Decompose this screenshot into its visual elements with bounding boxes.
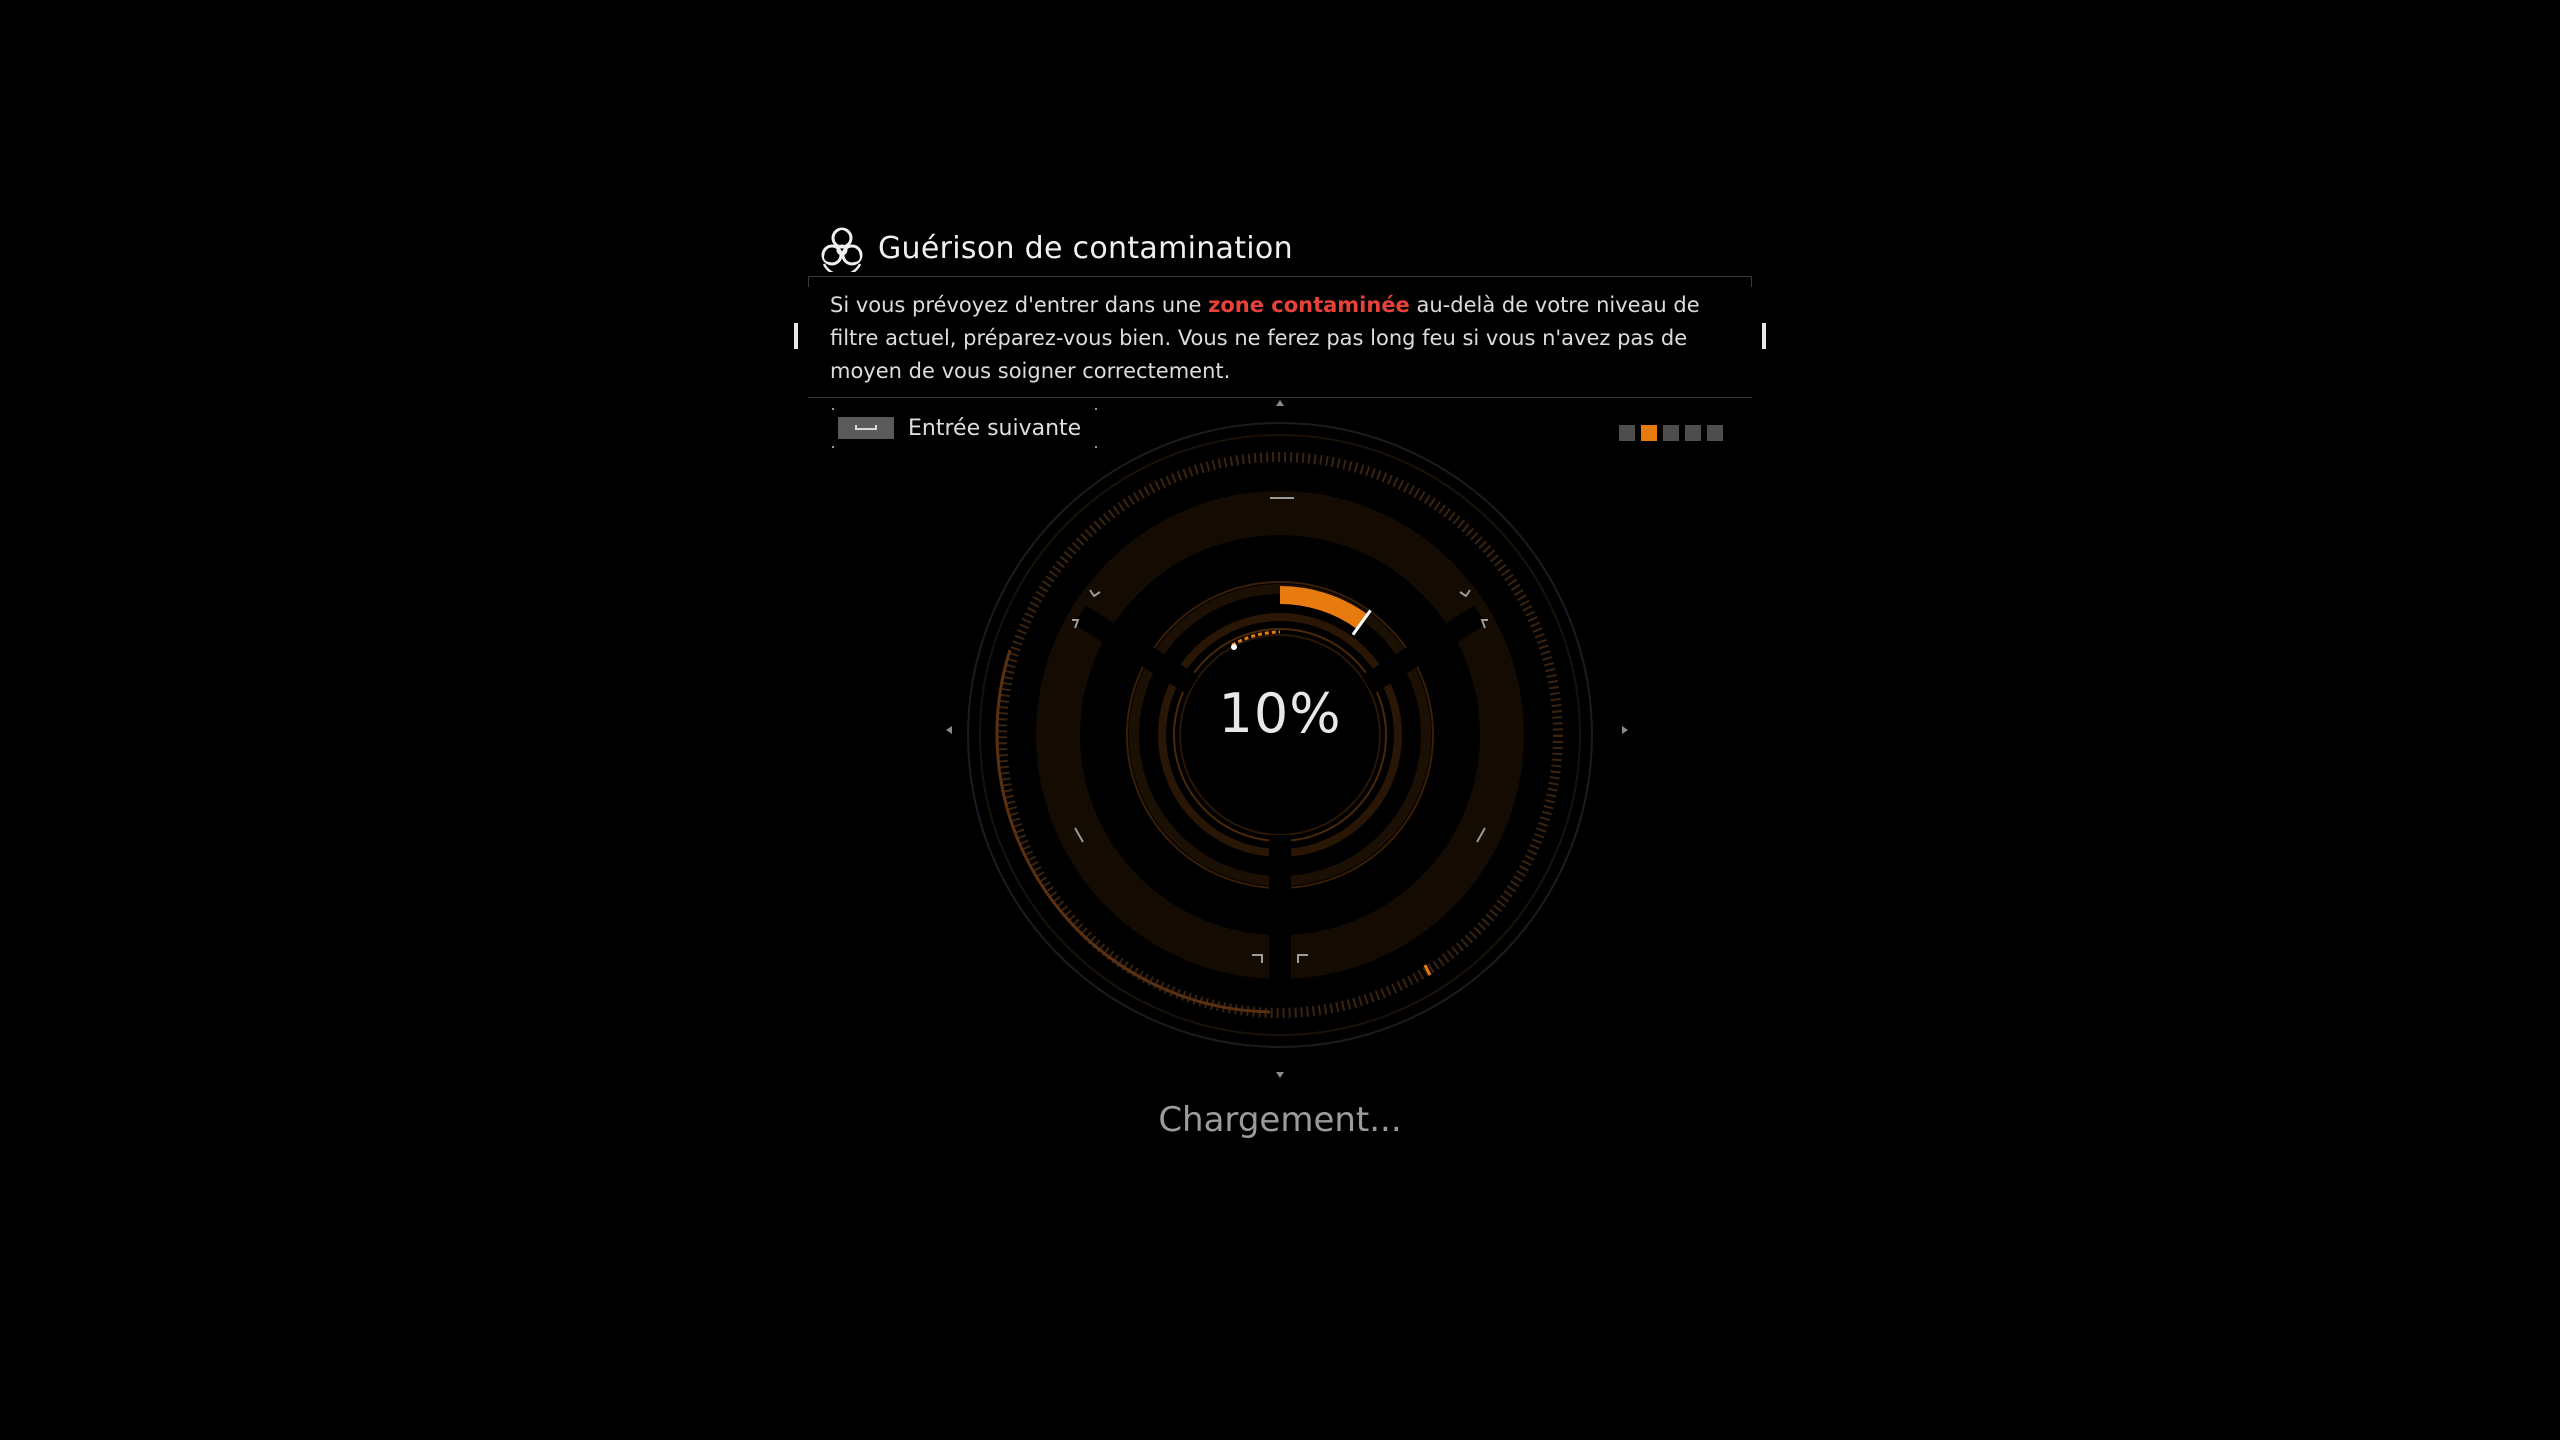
page-dot-5 [1707, 425, 1723, 441]
tip-highlight: zone contaminée [1208, 293, 1410, 317]
corner-mark [1095, 408, 1098, 410]
page-dot-2 [1641, 425, 1657, 441]
panel-left-marker [794, 323, 798, 349]
loading-percent: 10% [1218, 682, 1342, 745]
tip-text-before: Si vous prévoyez d'entrer dans une [830, 293, 1209, 317]
next-entry-label: Entrée suivante [908, 415, 1082, 441]
progress-tip [1351, 609, 1372, 636]
tip-header: Guérison de contamination [818, 222, 1293, 274]
page-dot-4 [1685, 425, 1701, 441]
page-dot-3 [1663, 425, 1679, 441]
corner-mark [832, 446, 834, 448]
tip-panel: Si vous prévoyez d'entrer dans une zone … [794, 276, 1766, 398]
corner-mark [832, 408, 834, 410]
progress-arc [1279, 586, 1368, 630]
tip-text: Si vous prévoyez d'entrer dans une zone … [830, 289, 1740, 388]
spacebar-key-icon [838, 417, 894, 439]
panel-right-marker [1762, 323, 1766, 349]
loading-status: Chargement... [1158, 1100, 1402, 1140]
corner-mark [1095, 446, 1098, 448]
tip-title: Guérison de contamination [878, 230, 1293, 266]
next-entry-button[interactable]: Entrée suivante [832, 408, 1098, 448]
page-dot-1 [1619, 425, 1635, 441]
biohazard-icon [821, 227, 863, 272]
tip-pagination [1619, 425, 1723, 441]
